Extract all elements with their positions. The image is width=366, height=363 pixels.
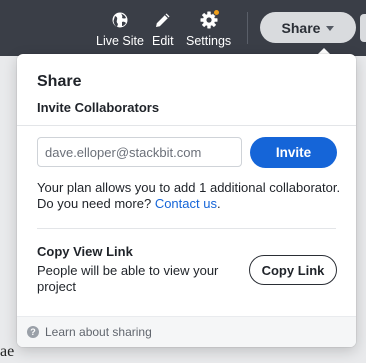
copy-link-description: People will be able to view your project (37, 263, 219, 294)
contact-us-link[interactable]: Contact us (155, 196, 217, 211)
help-link[interactable]: Learn about sharing (45, 325, 152, 339)
globe-icon (110, 10, 130, 30)
settings-button[interactable]: Settings (186, 9, 232, 48)
edit-button[interactable]: Edit (152, 10, 174, 48)
background-text: ae (0, 343, 15, 360)
notification-dot (212, 9, 220, 16)
copy-link-heading: Copy View Link (37, 244, 133, 259)
share-popover: Share Invite Collaborators Invite Your p… (17, 54, 356, 347)
toolbar-divider (247, 12, 248, 44)
share-button[interactable]: Share (260, 12, 356, 43)
invite-button[interactable]: Invite (250, 137, 337, 168)
email-input[interactable] (37, 137, 242, 167)
gear-icon (199, 9, 220, 30)
toolbar-edge-button[interactable] (360, 14, 366, 42)
plan-message: Your plan allows you to add 1 additional… (37, 180, 342, 212)
invite-heading: Invite Collaborators (37, 100, 160, 115)
live-site-button[interactable]: Live Site (96, 10, 144, 48)
settings-label: Settings (186, 34, 232, 48)
edit-label: Edit (152, 34, 174, 48)
divider (37, 228, 336, 229)
plan-text-end: . (216, 196, 221, 211)
top-toolbar: Live Site Edit Settings Share (0, 0, 366, 56)
caret-down-icon (326, 25, 335, 31)
popover-title: Share (37, 73, 82, 90)
share-label: Share (281, 19, 321, 36)
divider (17, 125, 356, 126)
help-icon: ? (27, 326, 39, 338)
pencil-icon (153, 10, 173, 30)
live-site-label: Live Site (96, 34, 144, 48)
copy-link-button[interactable]: Copy Link (249, 255, 337, 285)
help-footer[interactable]: ? Learn about sharing (17, 316, 356, 347)
